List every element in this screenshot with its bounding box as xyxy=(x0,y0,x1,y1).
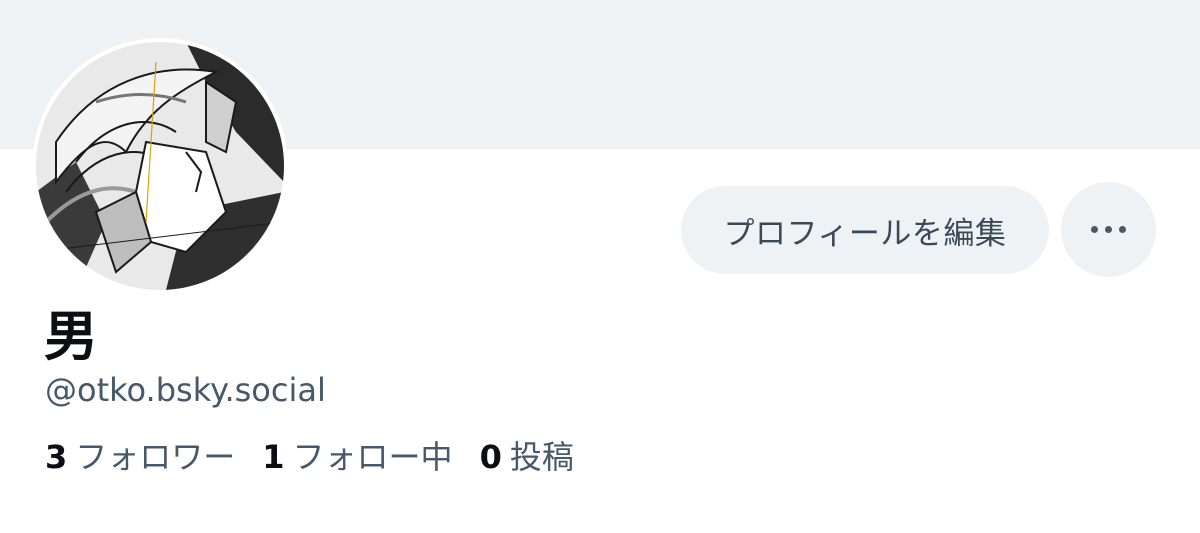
posts-stat: 0 投稿 xyxy=(480,436,574,478)
following-label: フォロー中 xyxy=(292,438,453,476)
followers-stat[interactable]: 3 フォロワー xyxy=(45,436,235,478)
display-name: 男 xyxy=(44,305,98,368)
ellipsis-icon xyxy=(1091,226,1126,233)
more-options-button[interactable] xyxy=(1061,182,1156,277)
profile-handle: @otko.bsky.social xyxy=(45,371,326,409)
posts-count: 0 xyxy=(479,438,502,476)
profile-stats: 3 フォロワー 1 フォロー中 0 投稿 xyxy=(45,436,601,478)
edit-profile-button[interactable]: プロフィールを編集 xyxy=(681,186,1049,274)
following-count: 1 xyxy=(262,438,285,476)
avatar-image xyxy=(36,42,284,290)
profile-page: プロフィールを編集 男 @otko.bsky.social 3 フォロワー 1 … xyxy=(0,0,1200,533)
avatar[interactable] xyxy=(32,38,288,294)
followers-count: 3 xyxy=(45,438,68,476)
following-stat[interactable]: 1 フォロー中 xyxy=(262,436,452,478)
followers-label: フォロワー xyxy=(75,438,236,476)
posts-label: 投稿 xyxy=(509,438,574,476)
